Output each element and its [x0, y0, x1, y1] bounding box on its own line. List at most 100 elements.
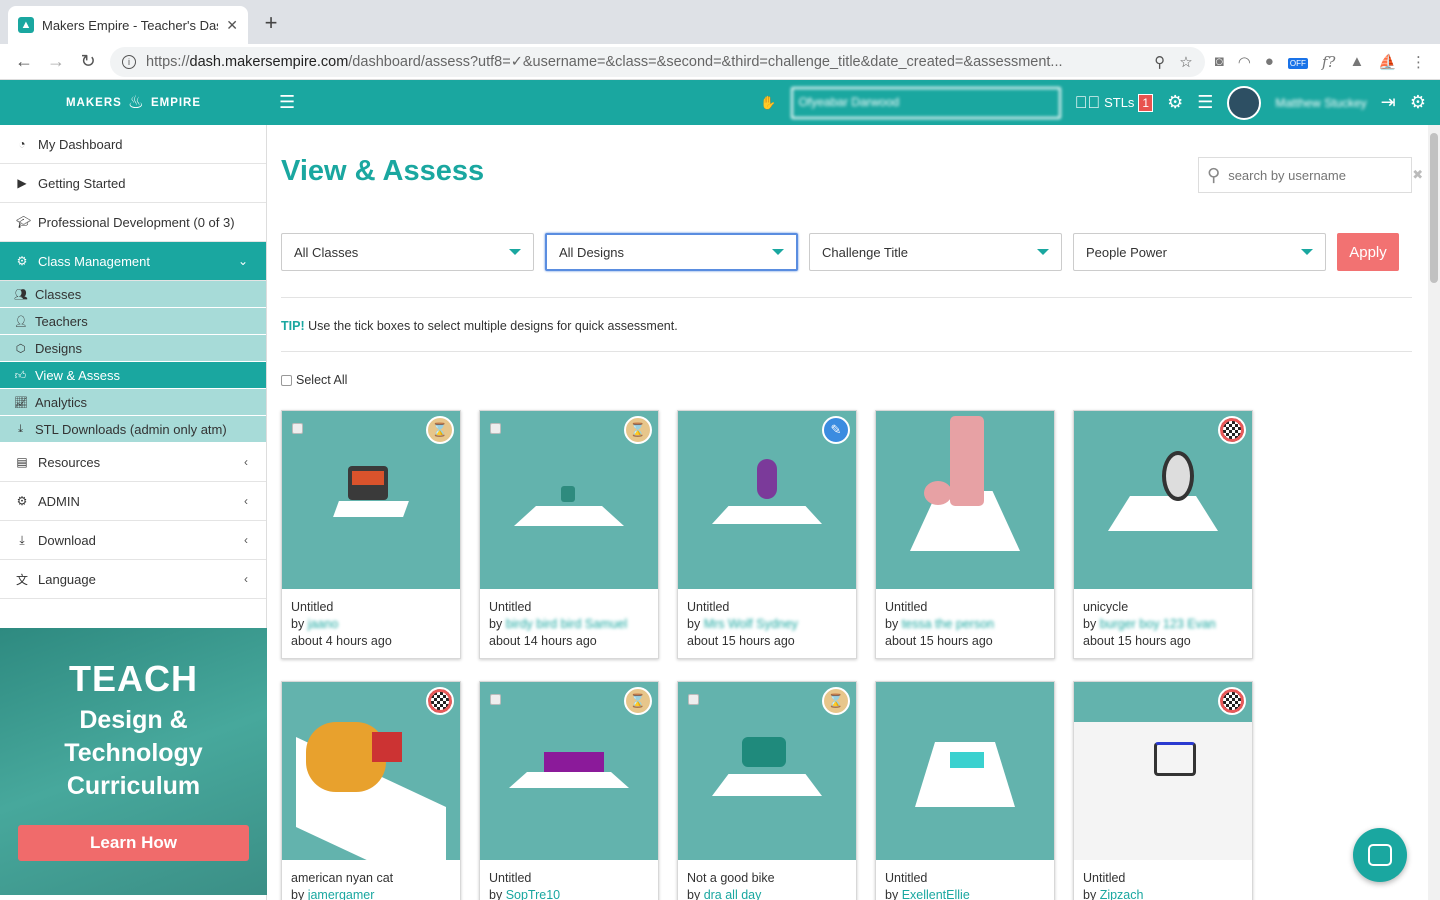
- messages-icon[interactable]: ☰: [1197, 92, 1213, 113]
- by-label: by: [1083, 617, 1097, 631]
- sidebar-item-analytics[interactable]: 📈︎ Analytics: [0, 389, 266, 416]
- design-author-link[interactable]: burger boy 123 Evan: [1100, 617, 1216, 631]
- checkered-flag-icon[interactable]: [1218, 687, 1246, 715]
- avatar[interactable]: [1227, 85, 1262, 120]
- new-tab-icon[interactable]: +: [258, 10, 284, 36]
- sidebar-item-teachers[interactable]: 👤︎ Teachers: [0, 308, 266, 335]
- sidebar-item-view-assess[interactable]: 👍︎ View & Assess: [0, 362, 266, 389]
- people-power-filter-select[interactable]: People Power: [1073, 233, 1326, 271]
- design-card[interactable]: Untitled by Zipzach: [1073, 681, 1253, 900]
- design-checkbox[interactable]: [490, 694, 501, 705]
- hourglass-icon[interactable]: ⌛: [426, 416, 454, 444]
- scrollbar[interactable]: [1428, 125, 1440, 900]
- hamburger-menu-icon[interactable]: ☰: [279, 92, 295, 113]
- drive-icon[interactable]: ▲: [1349, 53, 1364, 70]
- design-card[interactable]: ⌛ Untitled by jaano about 4 hours ago: [281, 410, 461, 659]
- extension-bulb-icon[interactable]: ●: [1265, 53, 1274, 70]
- hourglass-icon[interactable]: ⌛: [624, 416, 652, 444]
- apply-button[interactable]: Apply: [1337, 233, 1399, 271]
- camera-icon[interactable]: ◙: [1215, 53, 1224, 70]
- stls-counter[interactable]: ✓⃝ STLs 1: [1075, 93, 1154, 113]
- font-icon[interactable]: f?: [1322, 53, 1336, 71]
- forward-icon[interactable]: →: [40, 51, 72, 72]
- info-icon[interactable]: i: [122, 54, 136, 69]
- back-icon[interactable]: ←: [8, 51, 40, 72]
- sidebar-item-designs[interactable]: ⬡ Designs: [0, 335, 266, 362]
- sidebar-item-classes[interactable]: 👥︎ Classes: [0, 281, 266, 308]
- select-all[interactable]: Select All: [281, 373, 347, 387]
- admin-gears-icon[interactable]: ⚙: [1410, 92, 1426, 113]
- sidebar-item-stl-downloads[interactable]: ⤓ STL Downloads (admin only atm): [0, 416, 266, 443]
- username[interactable]: Matthew Stuckey: [1275, 96, 1366, 110]
- checkered-flag-icon[interactable]: [426, 687, 454, 715]
- zoom-icon[interactable]: ⚲: [1154, 53, 1165, 71]
- design-thumbnail[interactable]: ⌛: [480, 682, 658, 860]
- design-thumbnail[interactable]: [1074, 411, 1252, 589]
- sidebar-item-resources[interactable]: ▤ Resources ‹: [0, 443, 266, 482]
- design-checkbox[interactable]: [490, 423, 501, 434]
- design-author-link[interactable]: Zipzach: [1100, 888, 1144, 900]
- search-box[interactable]: ⚲ ✖: [1198, 157, 1423, 193]
- design-card[interactable]: ⌛ Untitled by SopTre10: [479, 681, 659, 900]
- bookmark-star-icon[interactable]: ☆: [1179, 53, 1192, 71]
- menu-dots-icon[interactable]: ⋮: [1411, 53, 1426, 71]
- makers-empire-logo[interactable]: MAKERS ♨ EMPIRE: [0, 92, 267, 113]
- scrollbar-thumb[interactable]: [1430, 133, 1438, 283]
- class-filter-select[interactable]: All Classes: [281, 233, 534, 271]
- sidebar-item-download[interactable]: ⤓ Download ‹: [0, 521, 266, 560]
- design-author-link[interactable]: Mrs Wolf Sydney: [704, 617, 798, 631]
- sidebar-item-getting-started[interactable]: ▶ Getting Started: [0, 164, 266, 203]
- design-thumbnail[interactable]: ⌛: [678, 682, 856, 860]
- design-filter-select[interactable]: All Designs: [545, 233, 798, 271]
- reload-icon[interactable]: ↻: [72, 51, 104, 72]
- chat-launcher-button[interactable]: [1353, 828, 1407, 882]
- sidebar-item-professional-development[interactable]: 🎓︎ Professional Development (0 of 3): [0, 203, 266, 242]
- design-card[interactable]: ⌛ Not a good bike by dra all day: [677, 681, 857, 900]
- url-input[interactable]: i https://dash.makersempire.com/dashboar…: [110, 46, 1205, 77]
- design-author-link[interactable]: ExellentEllie: [902, 888, 970, 900]
- extension-off-icon[interactable]: OFF: [1287, 53, 1308, 70]
- design-thumbnail[interactable]: [876, 682, 1054, 860]
- search-input[interactable]: [1228, 167, 1405, 183]
- extension-arc-icon[interactable]: ◠: [1238, 53, 1251, 71]
- design-thumbnail[interactable]: ⌛: [480, 411, 658, 589]
- sidebar-item-admin[interactable]: ⚙ ADMIN ‹: [0, 482, 266, 521]
- sidebar-item-class-management[interactable]: ⚙ Class Management ⌄: [0, 242, 266, 281]
- design-author-link[interactable]: SopTre10: [506, 888, 560, 900]
- design-checkbox[interactable]: [688, 694, 699, 705]
- filter-bar: All Classes All Designs Challenge Title …: [281, 233, 1399, 271]
- sidebar-item-language[interactable]: 文 Language ‹: [0, 560, 266, 599]
- settings-gear-icon[interactable]: ⚙: [1167, 92, 1183, 113]
- checkered-flag-icon[interactable]: [1218, 416, 1246, 444]
- clear-icon[interactable]: ✖: [1412, 167, 1423, 183]
- design-thumbnail[interactable]: ✎: [678, 411, 856, 589]
- design-author-link[interactable]: birdy bird bird Samuel: [506, 617, 628, 631]
- challenge-filter-select[interactable]: Challenge Title: [809, 233, 1062, 271]
- hourglass-icon[interactable]: ⌛: [822, 687, 850, 715]
- learn-how-button[interactable]: Learn How: [18, 825, 249, 861]
- design-thumbnail[interactable]: [1074, 682, 1252, 860]
- design-card[interactable]: unicycle by burger boy 123 Evan about 15…: [1073, 410, 1253, 659]
- select-all-checkbox[interactable]: [281, 374, 292, 386]
- design-thumbnail[interactable]: [876, 411, 1054, 589]
- pencil-icon[interactable]: ✎: [822, 416, 850, 444]
- design-author-link[interactable]: tessa the person: [902, 617, 994, 631]
- makers-extension-icon[interactable]: ⛵: [1378, 53, 1397, 71]
- design-card[interactable]: ⌛ Untitled by birdy bird bird Samuel abo…: [479, 410, 659, 659]
- design-checkbox[interactable]: [292, 423, 303, 434]
- design-card[interactable]: Untitled by tessa the person about 15 ho…: [875, 410, 1055, 659]
- design-author-link[interactable]: jaano: [308, 617, 339, 631]
- design-card[interactable]: american nyan cat by jamergamer: [281, 681, 461, 900]
- close-icon[interactable]: ✕: [226, 17, 238, 34]
- hourglass-icon[interactable]: ⌛: [624, 687, 652, 715]
- browser-tab[interactable]: ▲ Makers Empire - Teacher's Das ✕: [8, 6, 248, 44]
- design-thumbnail[interactable]: ⌛: [282, 411, 460, 589]
- sidebar-item-my-dashboard[interactable]: ◔ My Dashboard: [0, 125, 266, 164]
- design-thumbnail[interactable]: [282, 682, 460, 860]
- design-author-link[interactable]: dra all day: [704, 888, 762, 900]
- design-card[interactable]: ✎ Untitled by Mrs Wolf Sydney about 15 h…: [677, 410, 857, 659]
- school-selector[interactable]: Ofyeabar Darwood: [790, 86, 1061, 119]
- design-card[interactable]: Untitled by ExellentEllie: [875, 681, 1055, 900]
- logout-icon[interactable]: ⇥: [1381, 92, 1396, 113]
- design-author-link[interactable]: jamergamer: [308, 888, 375, 900]
